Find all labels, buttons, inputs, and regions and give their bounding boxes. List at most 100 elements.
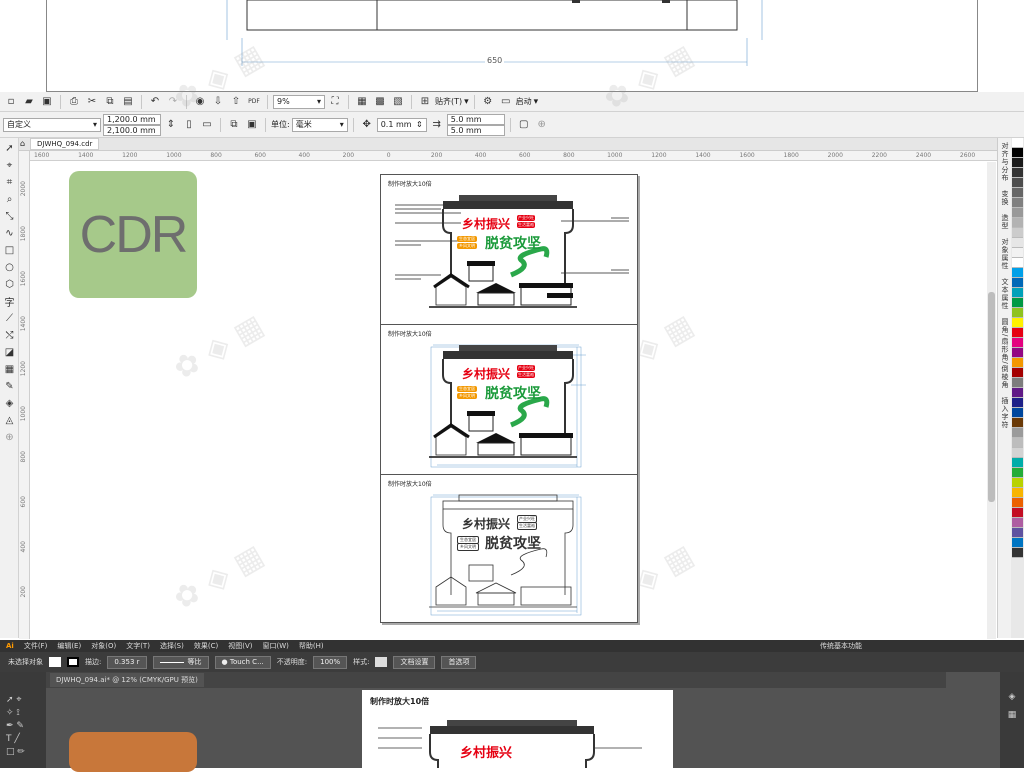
ai-menu-item[interactable]: 对象(O)	[91, 641, 116, 651]
color-swatch[interactable]	[1012, 238, 1023, 248]
style-swatch[interactable]	[375, 657, 388, 667]
show-grid-icon[interactable]: ▩	[372, 94, 388, 110]
save-icon[interactable]: ▣	[39, 94, 55, 110]
full-screen-icon[interactable]: ⛶	[327, 94, 343, 110]
stroke-weight-field[interactable]: 0.353 r	[107, 655, 147, 669]
portrait-icon[interactable]: ▯	[181, 117, 197, 133]
docker-tab[interactable]: 文本属性	[1000, 278, 1010, 310]
ai-rectangle-tool-icon[interactable]: □ ✏	[6, 746, 46, 759]
color-swatch[interactable]	[1012, 318, 1023, 328]
opacity-field[interactable]: 100%	[313, 655, 348, 669]
rectangle-tool-icon[interactable]: □	[0, 242, 19, 259]
color-swatch[interactable]	[1012, 488, 1023, 498]
export-icon[interactable]: ⇧	[228, 94, 244, 110]
color-swatch[interactable]	[1012, 528, 1023, 538]
color-swatch[interactable]	[1012, 158, 1023, 168]
document-setup-button[interactable]: 文档设置	[393, 655, 436, 669]
crop-tool-icon[interactable]: ⌗	[0, 174, 19, 191]
color-swatch[interactable]	[1012, 458, 1023, 468]
parallel-dimension-icon[interactable]: ⟋	[0, 310, 19, 327]
unit-dropdown[interactable]: 毫米 ▾	[291, 117, 348, 132]
docker-tab[interactable]: 插入字符	[1000, 397, 1010, 429]
ai-magic-wand-icon[interactable]: ✧ ⟟	[6, 707, 46, 720]
color-swatch[interactable]	[1012, 448, 1023, 458]
docker-tab[interactable]: 对象属性	[1000, 238, 1010, 270]
color-swatch[interactable]	[1012, 538, 1023, 548]
page-preset-dropdown[interactable]: 自定义 ▾	[3, 117, 101, 132]
ai-menu-item[interactable]: 文字(T)	[126, 641, 150, 651]
home-icon[interactable]: ⌂	[20, 139, 25, 148]
publish-pdf-icon[interactable]: PDF	[246, 94, 262, 110]
color-swatch[interactable]	[1012, 168, 1023, 178]
ai-menu-item[interactable]: 效果(C)	[194, 641, 218, 651]
ai-menu-item[interactable]: 文件(F)	[24, 641, 48, 651]
color-swatch[interactable]	[1012, 508, 1023, 518]
scrollbar-thumb[interactable]	[988, 292, 995, 502]
color-swatch[interactable]	[1012, 258, 1023, 268]
artistic-media-icon[interactable]: ∿	[0, 225, 19, 242]
vertical-scrollbar[interactable]	[987, 162, 996, 639]
freehand-tool-icon[interactable]: ⤡	[0, 208, 19, 225]
drop-shadow-icon[interactable]: ◪	[0, 344, 19, 361]
docker-tab[interactable]: 圆角/扇形角/倒棱角	[1000, 318, 1010, 389]
all-pages-icon[interactable]: ⧉	[226, 117, 242, 133]
fill-swatch[interactable]	[49, 657, 61, 667]
ai-pen-tool-icon[interactable]: ✒ ✎	[6, 720, 46, 733]
stroke-swatch[interactable]	[67, 657, 79, 667]
undo-icon[interactable]: ↶	[147, 94, 163, 110]
color-swatch[interactable]	[1012, 378, 1023, 388]
duplicate-y-field[interactable]: 5.0 mm	[446, 124, 505, 136]
color-swatch[interactable]	[1012, 468, 1023, 478]
ai-menu-item[interactable]: 帮助(H)	[299, 641, 324, 651]
color-swatch[interactable]	[1012, 398, 1023, 408]
snap-to-icon[interactable]: ⊞	[417, 94, 433, 110]
color-swatch[interactable]	[1012, 308, 1023, 318]
color-swatch[interactable]	[1012, 188, 1023, 198]
tab-ai-document[interactable]: DJWHQ_094.ai* @ 12% (CMYK/GPU 预览)	[50, 673, 204, 687]
smart-fill-icon[interactable]: ◬	[0, 412, 19, 429]
color-swatch[interactable]	[1012, 498, 1023, 508]
zoom-tool-icon[interactable]: ⌕	[0, 191, 19, 208]
ai-menu-item[interactable]: 窗口(W)	[262, 641, 288, 651]
color-swatch[interactable]	[1012, 278, 1023, 288]
cut-icon[interactable]: ✂	[84, 94, 100, 110]
artboard-page[interactable]: 制作时放大10倍 乡村振兴 产业兴旺 生活富裕 生态宜居 乡风文明 脱贫攻坚 制…	[380, 174, 638, 623]
layers-icon[interactable]: ◈	[1000, 688, 1024, 706]
color-swatch[interactable]	[1012, 438, 1023, 448]
connector-tool-icon[interactable]: ⤭	[0, 327, 19, 344]
zoom-level-field[interactable]: 9% ▾	[273, 94, 325, 109]
docker-tab[interactable]: 对齐与分布	[1000, 142, 1010, 182]
color-swatch[interactable]	[1012, 478, 1023, 488]
launch-label[interactable]: 启动	[516, 96, 532, 107]
ai-menu-item[interactable]: 选择(S)	[160, 641, 184, 651]
color-swatch[interactable]	[1012, 428, 1023, 438]
stroke-profile-dropdown[interactable]: 等比	[152, 655, 209, 669]
color-swatch[interactable]	[1012, 218, 1023, 228]
page-size-stepper[interactable]: ⇕	[163, 117, 179, 133]
page-width-field[interactable]: 1,200.0 mm	[103, 113, 161, 125]
new-document-icon[interactable]: ▫	[3, 94, 19, 110]
eyedropper-icon[interactable]: ✎	[0, 378, 19, 395]
color-swatch[interactable]	[1012, 368, 1023, 378]
color-swatch[interactable]	[1012, 348, 1023, 358]
ai-menu-item[interactable]: 编辑(E)	[57, 641, 81, 651]
nudge-distance-field[interactable]: 0.1 mm ⇕	[376, 117, 427, 132]
landscape-icon[interactable]: ▭	[199, 117, 215, 133]
snap-to-label[interactable]: 贴齐(T)	[435, 96, 462, 107]
color-swatch[interactable]	[1012, 408, 1023, 418]
color-swatch[interactable]	[1012, 388, 1023, 398]
transparency-tool-icon[interactable]: ▦	[0, 361, 19, 378]
color-swatch[interactable]	[1012, 548, 1023, 558]
ai-menu-item[interactable]: 视图(V)	[228, 641, 252, 651]
ai-selection-tool-icon[interactable]: ➚ ⌖	[6, 694, 46, 707]
color-swatch[interactable]	[1012, 518, 1023, 528]
color-swatch[interactable]	[1012, 208, 1023, 218]
brush-dropdown[interactable]: ● Touch C...	[214, 655, 271, 669]
color-swatch[interactable]	[1012, 288, 1023, 298]
duplicate-x-field[interactable]: 5.0 mm	[446, 113, 505, 125]
treat-as-filled-icon[interactable]: ▢	[516, 117, 532, 133]
launch-app-icon[interactable]: ▭	[498, 94, 514, 110]
ai-type-tool-icon[interactable]: T ╱	[6, 733, 46, 746]
add-icon[interactable]: ⊕	[534, 117, 550, 133]
current-page-icon[interactable]: ▣	[244, 117, 260, 133]
